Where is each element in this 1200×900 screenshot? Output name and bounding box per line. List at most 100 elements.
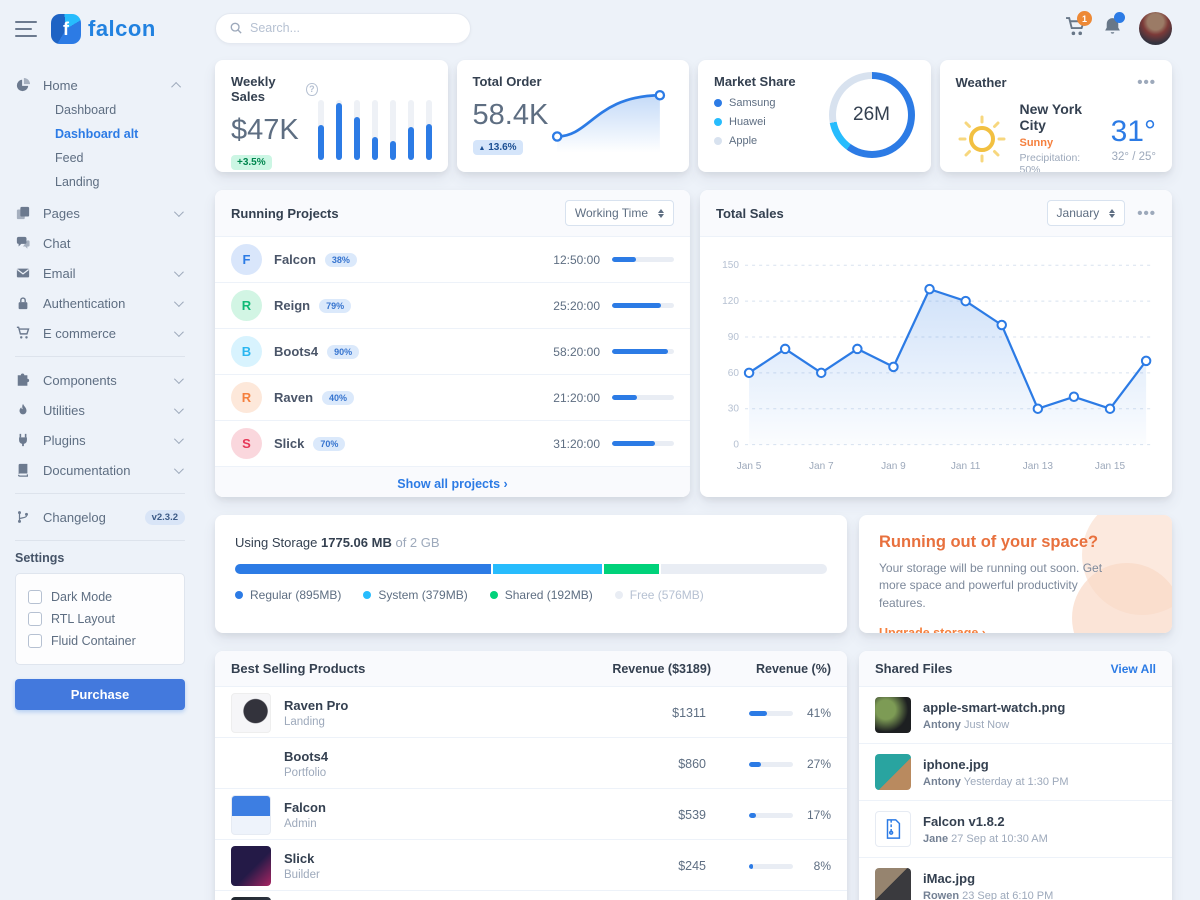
notifications-button[interactable] xyxy=(1102,16,1123,40)
total-sales-line-chart: 0306090120150Jan 5Jan 7Jan 9Jan 11Jan 13… xyxy=(700,237,1172,497)
sidebar-item-landing[interactable]: Landing xyxy=(55,170,185,194)
settings-heading: Settings xyxy=(15,551,185,565)
weather-card: Weather ••• New York City Sunny Precipit… xyxy=(940,60,1173,172)
storage-segment xyxy=(493,564,601,574)
weekly-sales-card: Weekly Sales ? $47K +3.5% xyxy=(215,60,448,172)
project-name[interactable]: Boots4 xyxy=(274,344,318,359)
sidebar-item-plugins[interactable]: Plugins xyxy=(15,425,185,455)
cart-button[interactable]: 1 xyxy=(1065,16,1086,40)
show-all-projects-link[interactable]: Show all projects › xyxy=(397,477,507,491)
revenue-column-header: Revenue ($3189) xyxy=(541,662,711,676)
product-category: Builder xyxy=(284,869,320,881)
storage-card: Using Storage 1775.06 MB of 2 GB Regular… xyxy=(215,515,847,633)
sidebar-item-dashboard[interactable]: Dashboard xyxy=(55,98,185,122)
project-time: 12:50:00 xyxy=(553,253,600,267)
weather-city: New York City xyxy=(1020,101,1099,133)
file-name[interactable]: iMac.jpg xyxy=(923,871,1053,886)
sidebar-item-changelog[interactable]: Changelog v2.3.2 xyxy=(15,502,185,532)
file-thumbnail xyxy=(875,754,911,790)
sidebar-item-pages[interactable]: Pages xyxy=(15,198,185,228)
project-name[interactable]: Raven xyxy=(274,390,313,405)
sidebar-item-utilities[interactable]: Utilities xyxy=(15,395,185,425)
hamburger-menu-icon[interactable] xyxy=(15,21,37,37)
weekly-sales-bar xyxy=(408,100,414,160)
product-pct: 27% xyxy=(803,757,831,771)
search-input[interactable] xyxy=(250,21,456,35)
chevron-down-icon xyxy=(174,464,184,474)
shared-files-card: Shared Files View All apple-smart-watch.… xyxy=(859,651,1172,900)
project-avatar: R xyxy=(231,290,262,321)
file-time: Yesterday at 1:30 PM xyxy=(964,776,1069,788)
product-name[interactable]: Boots4 xyxy=(284,749,328,764)
product-name[interactable]: Raven Pro xyxy=(284,698,348,713)
rtl-layout-option: RTL Layout xyxy=(28,608,172,630)
weekly-sales-badge: +3.5% xyxy=(231,155,272,170)
upgrade-storage-link[interactable]: Upgrade storage › xyxy=(879,626,986,633)
total-order-card: Total Order 58.4K ▲ 13.6% xyxy=(457,60,690,172)
project-name[interactable]: Reign xyxy=(274,298,310,313)
file-time: 23 Sep at 6:10 PM xyxy=(962,890,1053,900)
sidebar-item-dashboard-alt[interactable]: Dashboard alt xyxy=(55,122,185,146)
project-progress-bar xyxy=(612,441,674,446)
product-name[interactable]: Slick xyxy=(284,851,320,866)
product-thumbnail xyxy=(231,795,271,835)
ellipsis-menu-icon[interactable]: ••• xyxy=(1137,205,1156,222)
project-progress-badge: 90% xyxy=(327,345,359,359)
product-progress-bar xyxy=(749,813,793,818)
svg-text:120: 120 xyxy=(722,296,739,307)
project-time: 58:20:00 xyxy=(553,345,600,359)
file-name[interactable]: Falcon v1.8.2 xyxy=(923,814,1048,829)
file-name[interactable]: iphone.jpg xyxy=(923,757,1069,772)
purchase-button[interactable]: Purchase xyxy=(15,679,185,710)
project-time: 25:20:00 xyxy=(553,299,600,313)
product-name[interactable]: Falcon xyxy=(284,800,326,815)
sidebar-item-authentication[interactable]: Authentication xyxy=(15,288,185,318)
svg-text:Jan 5: Jan 5 xyxy=(737,461,762,472)
storage-segment xyxy=(604,564,659,574)
plug-icon xyxy=(15,432,31,448)
sidebar-item-ecommerce[interactable]: E commerce xyxy=(15,318,185,348)
falcon-logo-icon: f xyxy=(51,14,81,44)
storage-legend: Regular (895MB) System (379MB) Shared (1… xyxy=(235,588,827,602)
sidebar-item-feed[interactable]: Feed xyxy=(55,146,185,170)
product-pct: 17% xyxy=(803,808,831,822)
svg-text:60: 60 xyxy=(728,368,740,379)
project-time: 21:20:00 xyxy=(553,391,600,405)
sidebar-item-home[interactable]: Home xyxy=(15,70,185,100)
view-all-link[interactable]: View All xyxy=(1111,662,1156,676)
dark-mode-checkbox[interactable] xyxy=(28,590,42,604)
market-share-card: Market Share Samsung Huawei Apple 26M xyxy=(698,60,931,172)
svg-text:150: 150 xyxy=(722,260,739,271)
svg-text:Jan 7: Jan 7 xyxy=(809,461,834,472)
project-row: F Falcon 38% 12:50:00 xyxy=(215,237,690,283)
file-row: iphone.jpg Antony Yesterday at 1:30 PM xyxy=(859,744,1172,801)
svg-text:Jan 15: Jan 15 xyxy=(1095,461,1126,472)
working-time-select[interactable]: Working Time xyxy=(565,200,674,226)
project-name[interactable]: Slick xyxy=(274,436,304,451)
product-category: Portfolio xyxy=(284,767,328,779)
project-row: B Boots4 90% 58:20:00 xyxy=(215,329,690,375)
sidebar-item-documentation[interactable]: Documentation xyxy=(15,455,185,485)
fluid-container-checkbox[interactable] xyxy=(28,634,42,648)
user-avatar[interactable] xyxy=(1139,12,1172,45)
project-name[interactable]: Falcon xyxy=(274,252,316,267)
project-avatar: F xyxy=(231,244,262,275)
product-revenue: $1311 xyxy=(596,706,706,720)
weather-condition: Sunny xyxy=(1020,137,1099,149)
sidebar-item-email[interactable]: Email xyxy=(15,258,185,288)
project-progress-badge: 38% xyxy=(325,253,357,267)
chevron-down-icon xyxy=(174,297,184,307)
sidebar-item-chat[interactable]: Chat xyxy=(15,228,185,258)
storage-summary: Using Storage 1775.06 MB of 2 GB xyxy=(235,535,827,550)
divider xyxy=(15,493,185,494)
question-circle-icon[interactable]: ? xyxy=(306,83,317,96)
product-revenue: $860 xyxy=(596,757,706,771)
product-row: Slick Builder $245 8% xyxy=(215,840,847,891)
brand-logo[interactable]: f falcon xyxy=(51,14,156,44)
file-name[interactable]: apple-smart-watch.png xyxy=(923,700,1065,715)
sidebar-item-components[interactable]: Components xyxy=(15,365,185,395)
rtl-layout-checkbox[interactable] xyxy=(28,612,42,626)
month-select[interactable]: January xyxy=(1047,200,1126,226)
divider xyxy=(15,540,185,541)
ellipsis-menu-icon[interactable]: ••• xyxy=(1137,74,1156,91)
